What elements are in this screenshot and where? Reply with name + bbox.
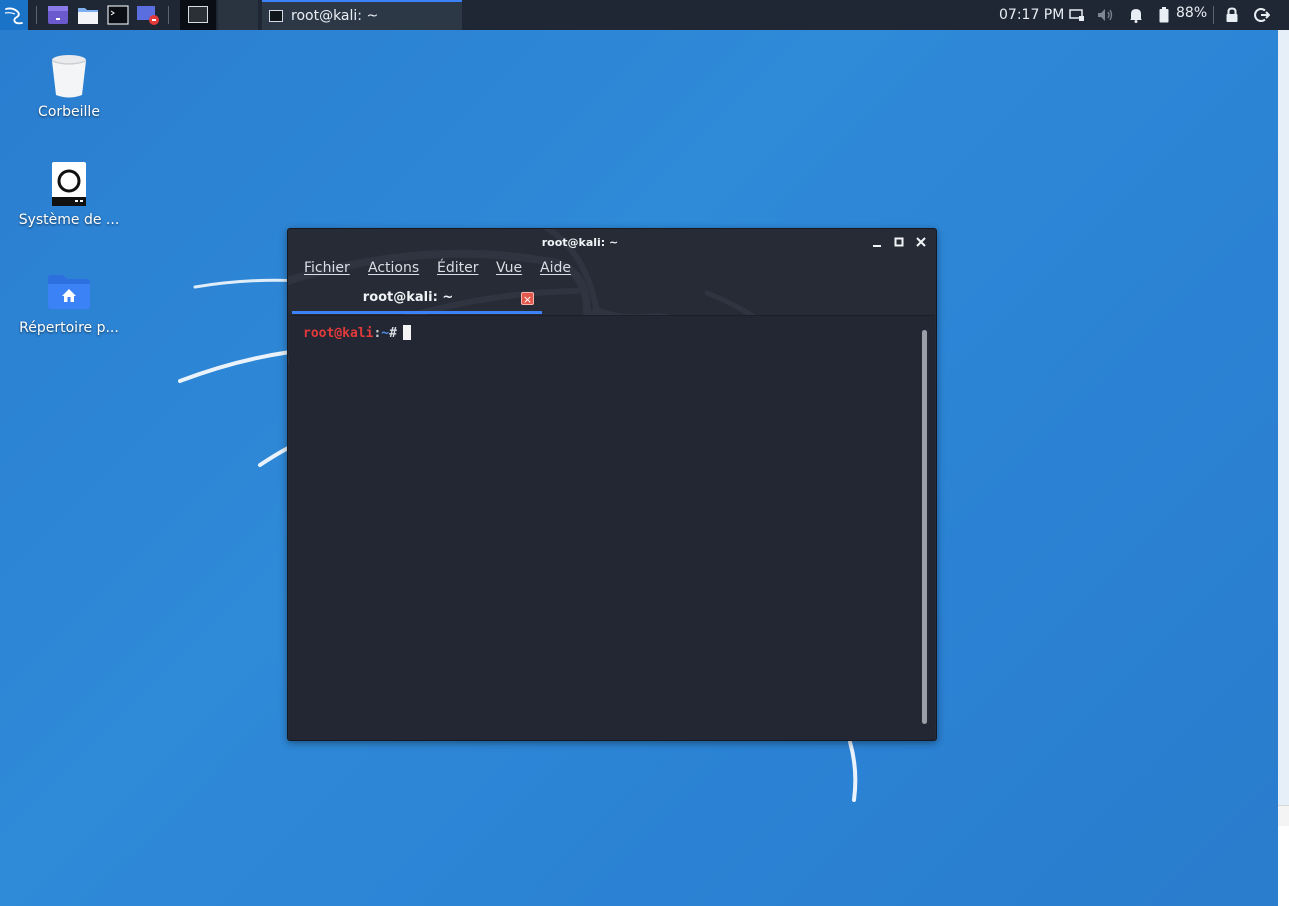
folder-icon (78, 8, 98, 24)
active-tab-indicator (292, 311, 542, 314)
menu-fichier[interactable]: Fichier (304, 260, 350, 276)
desktop-icon-trash[interactable]: Corbeille (14, 52, 124, 120)
app-launcher-icon (48, 6, 68, 24)
menu-editer[interactable]: Éditer (437, 260, 478, 276)
panel-separator (36, 6, 37, 24)
taskbar-terminal-task[interactable]: root@kali: ~ (262, 0, 462, 30)
shell-prompt: root@kali:~# (303, 325, 411, 341)
desktop-icon-filesystem[interactable]: Système de ... (14, 160, 124, 228)
screen-recorder-icon (137, 6, 159, 25)
tab-root-kali[interactable]: root@kali: ~ × (292, 285, 542, 315)
desktop-icon-label: Corbeille (38, 104, 100, 120)
panel-separator (168, 6, 169, 24)
panel-separator (1213, 6, 1214, 24)
network-icon[interactable] (1068, 6, 1086, 24)
menu-actions[interactable]: Actions (368, 260, 419, 276)
tab-close-button[interactable]: × (521, 292, 534, 306)
window-title: root@kali: ~ (541, 236, 619, 249)
screen-recorder-button[interactable] (136, 3, 160, 27)
clock[interactable]: 07:17 PM (999, 0, 1064, 30)
home-folder-icon (45, 268, 93, 316)
prompt-path: ~ (381, 326, 390, 341)
minimize-icon (873, 245, 881, 247)
right-edge-strip (1278, 30, 1289, 906)
terminal-launcher-button[interactable] (106, 3, 130, 27)
app-launcher-button[interactable] (46, 3, 70, 27)
menu-vue[interactable]: Vue (496, 260, 522, 276)
battery-percent: 88% (1176, 5, 1208, 21)
notification-bell-icon[interactable] (1127, 6, 1145, 24)
menu-bar: Fichier Actions Éditer Vue Aide (288, 259, 936, 281)
file-manager-button[interactable] (76, 3, 100, 27)
drive-icon (45, 160, 93, 208)
kali-logo-icon (4, 7, 23, 25)
lock-screen-icon[interactable] (1223, 6, 1241, 24)
desktop: Corbeille Système de ... Répertoire p... (0, 0, 1289, 906)
menu-aide[interactable]: Aide (540, 260, 571, 276)
tab-label: root@kali: ~ (362, 290, 454, 305)
prompt-symbol: # (389, 326, 397, 341)
kali-menu-button[interactable] (0, 0, 28, 30)
desktop-icon-label: Répertoire p... (19, 320, 119, 336)
maximize-button[interactable] (892, 235, 906, 249)
text-cursor (402, 325, 411, 340)
scrollbar[interactable] (921, 330, 929, 724)
close-icon (916, 237, 926, 247)
workspace-1[interactable] (180, 0, 216, 30)
close-icon: × (522, 293, 533, 306)
window-titlebar[interactable]: root@kali: ~ (288, 229, 936, 255)
logout-icon[interactable] (1253, 6, 1271, 24)
maximize-icon (894, 237, 904, 247)
scrollbar-thumb[interactable] (922, 330, 927, 724)
desktop-icon-home[interactable]: Répertoire p... (14, 268, 124, 336)
tab-bar: root@kali: ~ × (288, 285, 936, 315)
close-button[interactable] (914, 235, 928, 249)
trash-icon (45, 52, 93, 100)
volume-icon[interactable] (1097, 6, 1115, 24)
terminal-window[interactable]: root@kali: ~ Fichier Actions Éditer Vue … (287, 228, 937, 741)
top-panel: root@kali: ~ 07:17 PM 88% (0, 0, 1289, 30)
terminal-icon (269, 10, 283, 22)
task-label: root@kali: ~ (291, 8, 379, 24)
terminal-icon (107, 5, 129, 25)
battery-icon[interactable] (1155, 6, 1173, 24)
workspace-2[interactable] (218, 0, 258, 30)
desktop-icon-label: Système de ... (18, 212, 120, 228)
workspace-window-thumbnail (188, 6, 208, 23)
minimize-button[interactable] (870, 235, 884, 249)
prompt-user: root@kali (303, 326, 374, 341)
terminal-output[interactable]: root@kali:~# (289, 315, 935, 740)
